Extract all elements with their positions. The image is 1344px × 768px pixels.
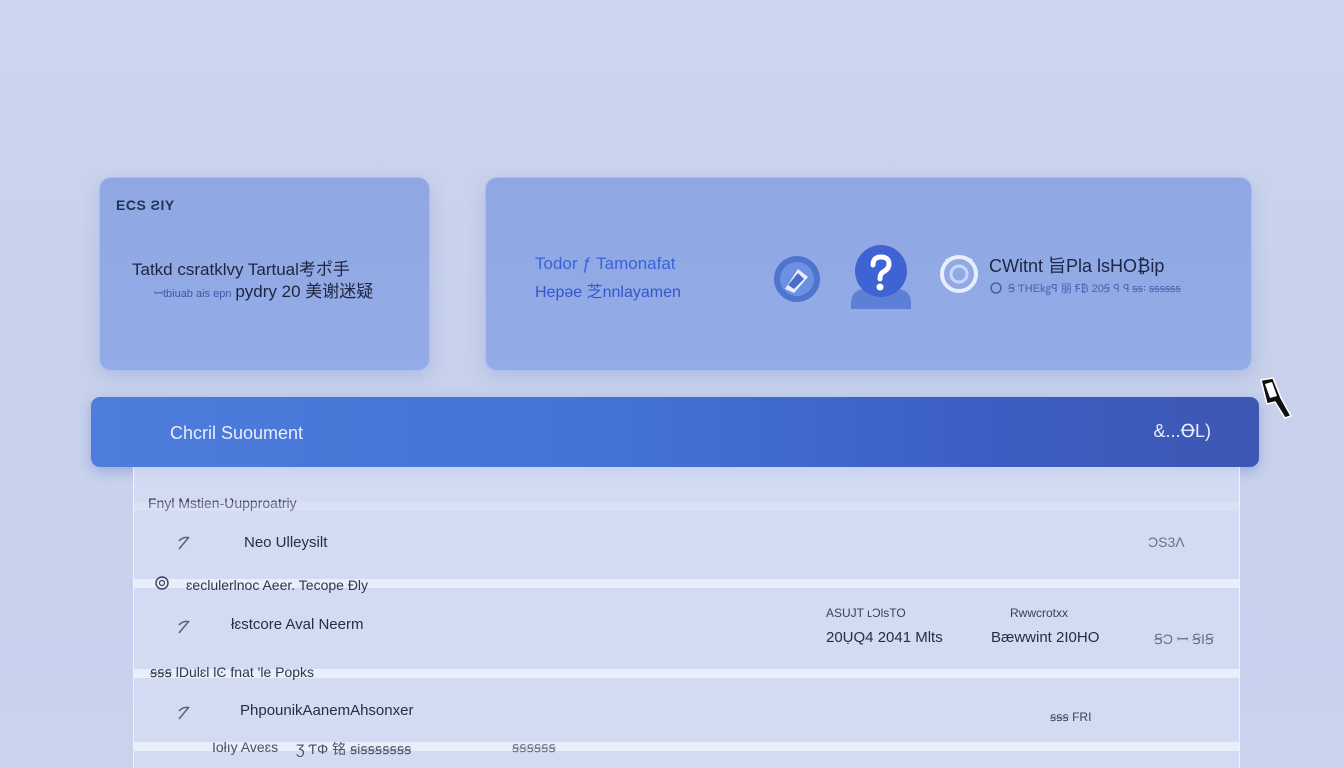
list-item-faded: Ʒ ƬΦ 铭 ꞩiꞩꞩꞩꞩꞩꞩꞩ [296, 741, 412, 757]
card-subline: ꟷtbiuab ais epn pydry 20 美谢迷疑 [154, 277, 373, 302]
meta-value: 20ỤQ4 2041 Mlts [826, 629, 943, 646]
section-header-3: ꞩꞩꞩ ƖDulɛl lϾ fnat ʹle Popks [150, 664, 315, 680]
search-icon [155, 576, 169, 590]
meta-label: Rwwcrotxx [1010, 606, 1069, 620]
list-item[interactable]: Neo Ulleysilt [244, 534, 327, 551]
row-question-icon [178, 620, 190, 634]
meta-extra: ꞨƆ ꟷ ꞨIꞨ [1154, 631, 1214, 647]
list-item[interactable]: PhpounikAanemAhsonxer [240, 702, 413, 719]
help-link-secondary[interactable]: Hepəe 芝nnlayamen [535, 278, 681, 302]
help-subtitle: Ꞩ ƬHE㎏ꟼ 丽 Ꞙ₿ 20Ꞩ ꟼ ꟼ ꞩꞩ꞉ ꞩꞩꞩꞩꞩꞩ [990, 280, 1181, 296]
card-subline-big: pydry 20 美谢迷疑 [235, 282, 374, 301]
list-item-faded: ꞩꞩꞩꞩꞩꞩ [512, 739, 556, 755]
section-header-2: ɛeclulerlnoc Aeer. Tecope Ɖly [186, 577, 369, 593]
help-link-primary[interactable]: Todor ƒ Tamonafat [535, 254, 676, 274]
list-item-value: ꞩꞩꞩ FRI [1050, 710, 1092, 724]
chat-icon [990, 282, 1002, 294]
results-list: Fnyl Mstien-Ʋupproatriy Neo Ulleysilt ƆS… [133, 467, 1240, 768]
round-map-icon[interactable] [772, 255, 822, 303]
meta-label: ASUJT ʟƆlsTO [826, 606, 906, 620]
banner-title: Chcril Suoument [170, 423, 304, 443]
help-subtitle-text: Ꞩ ƬHE㎏ꟼ 丽 Ꞙ₿ 20Ꞩ ꟼ ꟼ ꞩꞩ꞉ ꞩꞩꞩꞩꞩꞩ [1008, 283, 1181, 295]
help-card-right[interactable]: Todor ƒ Tamonafat Hepəe 芝nnlayamen CWitn… [485, 177, 1252, 371]
cursor-icon [1260, 377, 1293, 419]
divider [134, 502, 1239, 511]
list-item-value: ƆS3Λ [1148, 534, 1185, 550]
list-item-faded: Iołıy Aveɛs [212, 739, 279, 755]
row-question-icon [178, 706, 190, 720]
swirl-icon[interactable] [938, 251, 980, 295]
help-question-icon[interactable] [845, 243, 917, 313]
section-banner[interactable]: Chcril Suoument &...ꝊL) [91, 397, 1259, 467]
list-item[interactable]: łɛstcore Aval Neerm [231, 616, 363, 633]
card-title: ECS ƧIY [116, 197, 175, 213]
banner-action-button[interactable]: &...ꝊL) [1153, 421, 1211, 442]
row-question-icon [178, 536, 190, 550]
card-subline-small: ꟷtbiuab ais epn [154, 288, 232, 300]
meta-value: Bæwwint 2I0HO [991, 629, 1100, 646]
help-title: CWitnt 旨Pla ƖsHO₿ip [989, 256, 1165, 276]
summary-card-left[interactable]: ECS ƧIY Tatkd csratklvy Tartual考ポ手 ꟷtbiu… [99, 177, 430, 371]
